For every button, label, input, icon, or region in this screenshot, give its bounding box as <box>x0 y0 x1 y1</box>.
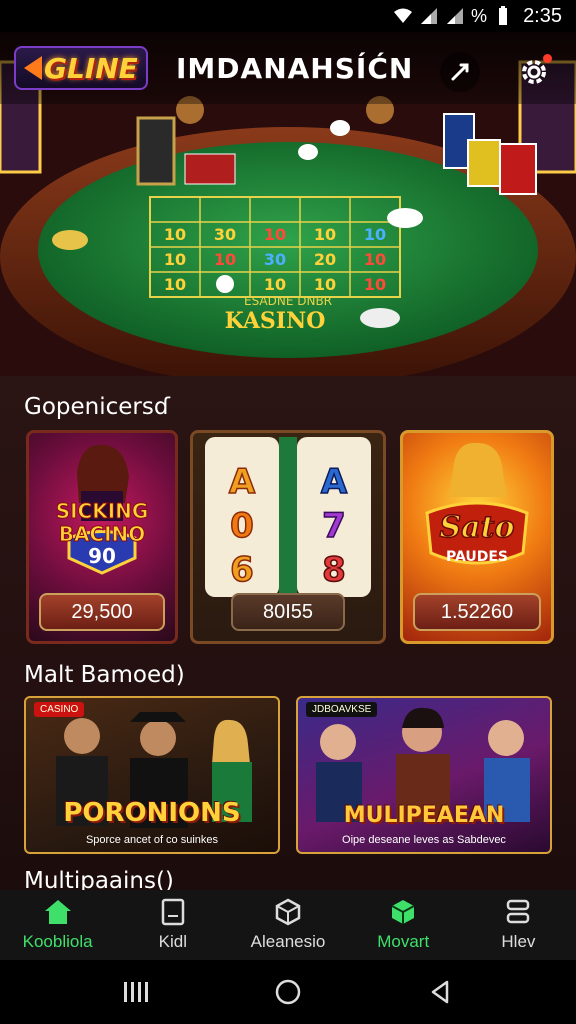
share-button[interactable] <box>440 52 480 92</box>
board-number: 10 <box>364 225 386 244</box>
game-card[interactable]: Sato PAUDES 1.52260 <box>400 430 554 644</box>
game-card[interactable]: SICKING BACINO 90 29,500 <box>26 430 178 644</box>
system-nav-bar <box>0 960 576 1024</box>
game-title-line1: SICKING <box>56 499 149 523</box>
board-number: 20 <box>314 250 336 269</box>
reel-symbol: 6 <box>230 550 254 590</box>
nav-item-kidl[interactable]: Kidl <box>115 890 230 960</box>
app-header: GLINE IMDANAHSÍĆN <box>0 32 576 104</box>
section-title-promotions: Malt Bamoed) <box>24 662 185 688</box>
tablet-icon <box>161 898 185 926</box>
promo-subtitle: Oipe deseane leves as Sabdevec <box>342 834 506 846</box>
nav-label: Kidl <box>158 932 187 951</box>
bottom-nav: Koobliola Kidl Aleanesio Movart Hlev <box>0 890 576 960</box>
status-time: 2:35 <box>523 4 562 27</box>
game-title-line2: BACINO <box>59 522 146 546</box>
promo-title: PORONIONS <box>63 798 241 828</box>
promo-banner[interactable]: JDBOAVKSE MULIPEAEAN Oipe deseane leves … <box>296 696 552 854</box>
reel-symbol: 0 <box>230 506 254 546</box>
main-content: Gopenicersɗ SICKING BACINO 90 29,500 A A… <box>0 376 576 894</box>
battery-icon <box>499 6 508 25</box>
promo-title: MULIPEAEAN <box>343 803 505 828</box>
board-number: 30 <box>214 225 236 244</box>
page-title: IMDANAHSÍĆN <box>176 52 414 85</box>
nav-label: Movart <box>377 932 430 951</box>
nav-item-movart[interactable]: Movart <box>346 890 461 960</box>
board-number: 10 <box>164 225 186 244</box>
recent-apps-icon[interactable] <box>121 979 151 1005</box>
board-number: 10 <box>214 250 236 269</box>
settings-button[interactable] <box>514 52 554 92</box>
back-arrow-icon <box>24 56 42 80</box>
status-bar: % 2:35 <box>0 0 576 32</box>
board-number: 10 <box>164 275 186 294</box>
board-number: 10 <box>314 225 336 244</box>
percent-icon: % <box>471 5 488 26</box>
promo-art <box>56 712 252 828</box>
nav-item-home[interactable]: Koobliola <box>0 890 115 960</box>
board-number: 10 <box>264 275 286 294</box>
board-number: 10 <box>164 250 186 269</box>
game-art: SICKING BACINO 90 <box>55 444 149 575</box>
promo-art <box>316 707 530 822</box>
share-icon <box>451 63 469 81</box>
promo-tag: CASINO <box>34 702 85 717</box>
game-price: 80I55 <box>231 593 345 631</box>
wifi-icon <box>394 8 413 23</box>
box-icon <box>391 900 415 924</box>
reel-symbol: 7 <box>322 506 346 546</box>
signal-icon <box>447 8 464 24</box>
game-badge: 90 <box>88 544 116 568</box>
reel-symbol: A <box>321 462 348 502</box>
game-price: 1.52260 <box>413 593 541 631</box>
back-icon[interactable] <box>425 977 455 1007</box>
stack-icon <box>507 899 530 924</box>
promo-subtitle: Sporce ancet of co suinkes <box>85 834 219 846</box>
board-number: 10 <box>314 275 336 294</box>
table-label: KASINO <box>225 308 326 334</box>
reel-symbol: A <box>229 462 256 502</box>
game-card-slots[interactable]: A A 0 7 6 8 80I55 <box>190 430 386 644</box>
board-number: 30 <box>264 250 286 269</box>
signal-icon <box>421 8 438 24</box>
game-art: Sato PAUDES <box>425 442 529 565</box>
promo-banner[interactable]: CASINO PORONIONS Sporce ancet of co suin… <box>24 696 280 854</box>
board-number: 10 <box>364 250 386 269</box>
slot-reels: A A 0 7 6 8 <box>205 437 371 597</box>
home-icon <box>44 900 71 924</box>
game-title-line1: Sato <box>440 510 515 545</box>
nav-item-hlev[interactable]: Hlev <box>461 890 576 960</box>
game-price: 29,500 <box>39 593 165 631</box>
nav-label: Koobliola <box>22 932 93 951</box>
game-title-line2: PAUDES <box>446 549 508 565</box>
nav-label: Hlev <box>501 932 536 951</box>
section-title-featured: Gopenicersɗ <box>24 394 170 420</box>
promo-tag: JDBOAVKSE <box>306 702 378 717</box>
table-label-top: ESADNE DNBR <box>244 294 332 308</box>
board-number: 10 <box>264 225 286 244</box>
nav-item-aleanesio[interactable]: Aleanesio <box>230 890 345 960</box>
nav-label: Aleanesio <box>250 932 326 951</box>
logo-text: GLINE <box>44 51 138 85</box>
cube-icon <box>275 898 301 926</box>
home-circle-icon[interactable] <box>273 977 303 1007</box>
notification-dot <box>543 54 552 63</box>
reel-symbol: 8 <box>322 550 346 590</box>
board-number: 10 <box>364 275 386 294</box>
app-logo[interactable]: GLINE <box>14 46 148 90</box>
